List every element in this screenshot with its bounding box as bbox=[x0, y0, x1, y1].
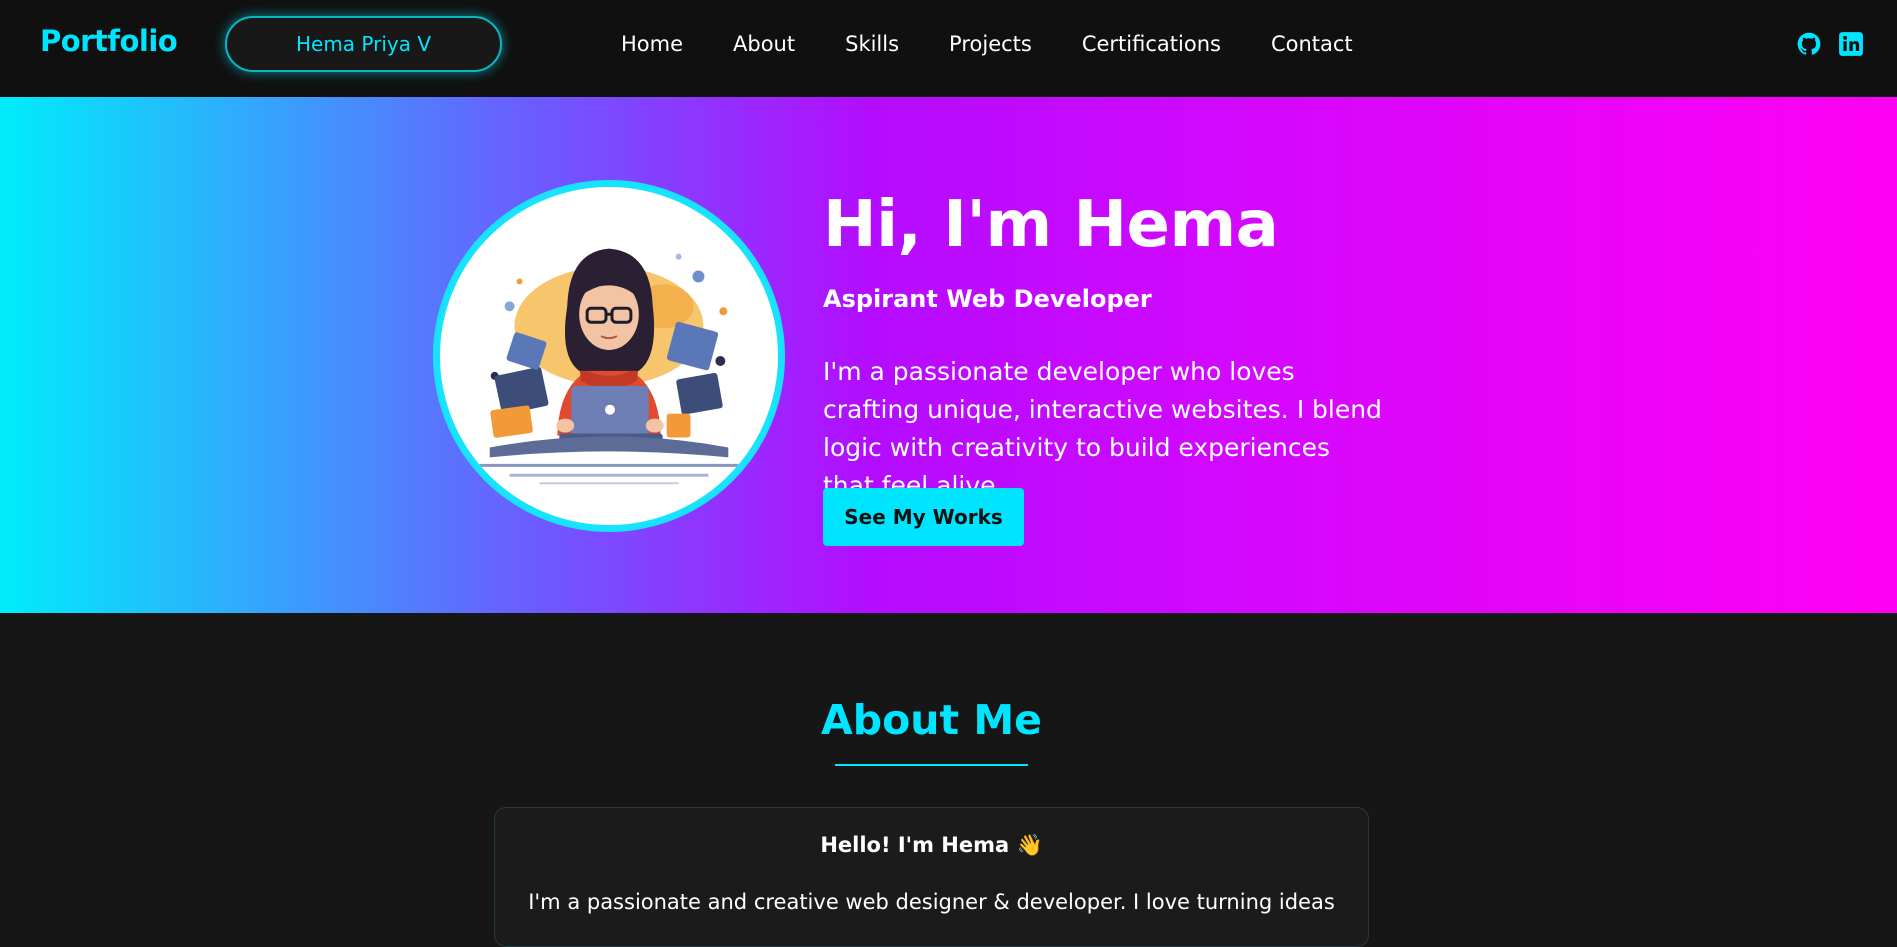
github-icon[interactable] bbox=[1796, 31, 1822, 57]
developer-illustration bbox=[479, 248, 739, 485]
about-underline bbox=[835, 764, 1028, 766]
brand-logo[interactable]: Portfolio bbox=[40, 24, 178, 58]
hero-description: I'm a passionate developer who loves cra… bbox=[823, 357, 1382, 500]
nav-home[interactable]: Home bbox=[621, 30, 683, 60]
nav-certifications[interactable]: Certifications bbox=[1082, 30, 1221, 60]
site-header: Portfolio Hema Priya V Home About Skills… bbox=[0, 0, 1897, 97]
main-nav: Home About Skills Projects Certification… bbox=[621, 30, 1403, 60]
name-pill: Hema Priya V bbox=[225, 16, 502, 72]
nav-skills[interactable]: Skills bbox=[845, 30, 899, 60]
hero-section: Hi, I'm Hema Aspirant Web Developer I'm … bbox=[0, 97, 1897, 613]
nav-about[interactable]: About bbox=[733, 30, 795, 60]
about-text: I'm a passionate and creative web design… bbox=[528, 890, 1335, 914]
nav-contact[interactable]: Contact bbox=[1271, 30, 1353, 60]
about-hello: Hello! I'm Hema 👋 bbox=[820, 833, 1043, 857]
about-title: About Me bbox=[821, 696, 1042, 744]
nav-projects[interactable]: Projects bbox=[949, 30, 1032, 60]
about-card: Hello! I'm Hema 👋 I'm a passionate and c… bbox=[494, 807, 1369, 947]
linkedin-icon[interactable] bbox=[1838, 31, 1864, 57]
see-my-works-button[interactable]: See My Works bbox=[823, 488, 1024, 546]
hero-title: Hi, I'm Hema bbox=[823, 188, 1279, 262]
hero-subtitle: Aspirant Web Developer bbox=[823, 285, 1152, 313]
avatar bbox=[433, 180, 785, 532]
social-links bbox=[1780, 31, 1864, 57]
